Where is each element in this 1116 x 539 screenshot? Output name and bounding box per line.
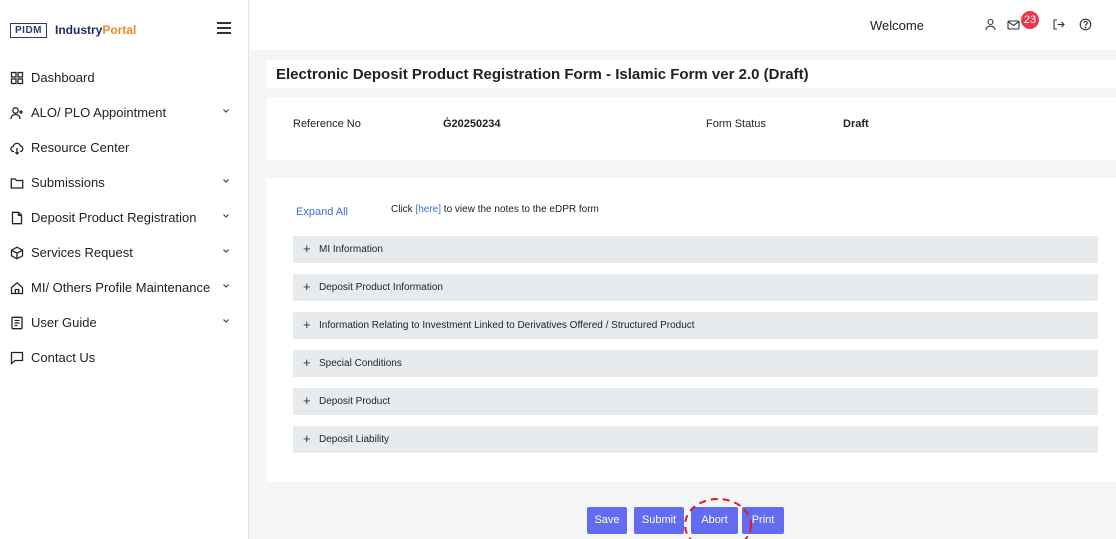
sidebar-item-label: Dashboard [31,70,95,85]
chevron-down-icon[interactable] [222,282,230,290]
section-deposit-liability[interactable]: + Deposit Liability [293,426,1098,453]
logout-icon[interactable] [1052,18,1065,31]
logo-name-main: Industry [55,23,103,37]
sidebar-item-label: MI/ Others Profile Maintenance [31,280,211,295]
cloud-download-icon [10,141,24,155]
section-deposit-product-information[interactable]: + Deposit Product Information [293,274,1098,301]
section-label: MI Information [319,244,383,255]
sidebar-item-services-request[interactable]: Services Request [0,235,248,270]
section-investment-linked-derivatives[interactable]: + Information Relating to Investment Lin… [293,312,1098,339]
sidebar-item-deposit-product-registration[interactable]: Deposit Product Registration [0,200,248,235]
sidebar: PIDM IndustryPortal Dashboard ALO/ PLO A… [0,0,249,539]
sidebar-item-profile-maintenance[interactable]: MI/ Others Profile Maintenance [0,270,248,305]
chevron-down-icon[interactable] [222,317,230,325]
brand-bar: PIDM IndustryPortal [0,0,248,60]
notification-badge[interactable]: 23 [1021,11,1039,29]
reference-value: Ġ20250234 [443,118,501,130]
page-title: Electronic Deposit Product Registration … [276,66,809,83]
guide-icon [10,316,24,330]
expand-plus-icon: + [303,317,311,332]
folder-icon [10,176,24,190]
form-sections-card: Expand All Click [here] to view the note… [266,178,1116,482]
expand-plus-icon: + [303,279,311,294]
logo[interactable]: PIDM IndustryPortal [10,22,136,38]
dashboard-icon [10,71,24,85]
section-label: Deposit Product Information [319,282,443,293]
print-button[interactable]: Print [742,507,784,534]
expand-plus-icon: + [303,431,311,446]
sidebar-item-label: User Guide [31,315,97,330]
sidebar-nav: Dashboard ALO/ PLO Appointment Resource … [0,60,248,375]
expand-plus-icon: + [303,241,311,256]
notes-text: Click [here] to view the notes to the eD… [391,204,599,215]
expand-plus-icon: + [303,393,311,408]
logo-mark: PIDM [10,22,47,38]
sidebar-item-label: Submissions [31,175,105,190]
sidebar-item-label: ALO/ PLO Appointment [31,105,167,120]
form-info-card: Reference No Ġ20250234 Form Status Draft [266,97,1116,160]
section-mi-information[interactable]: + MI Information [293,236,1098,263]
notes-prefix: Click [391,204,416,215]
sidebar-item-submissions[interactable]: Submissions [0,165,248,200]
cube-icon [10,245,24,260]
document-icon [10,211,24,225]
user-icon[interactable] [984,18,997,31]
sidebar-item-contact-us[interactable]: Contact Us [0,340,248,375]
top-bar: Welcome 23 [250,0,1116,50]
welcome-text: Welcome [870,18,924,33]
chevron-down-icon[interactable] [222,212,230,220]
section-special-conditions[interactable]: + Special Conditions [293,350,1098,377]
sidebar-item-alo-plo-appointment[interactable]: ALO/ PLO Appointment [0,95,248,130]
sidebar-item-user-guide[interactable]: User Guide [0,305,248,340]
sidebar-item-label: Contact Us [31,350,96,365]
home-icon [10,281,24,295]
help-icon[interactable] [1079,18,1092,31]
chat-icon [10,351,24,365]
menu-toggle-icon[interactable] [217,22,231,34]
section-label: Special Conditions [319,358,402,369]
save-button[interactable]: Save [587,507,627,534]
section-deposit-product[interactable]: + Deposit Product [293,388,1098,415]
sidebar-item-label: Services Request [31,245,133,260]
mail-icon[interactable] [1007,18,1020,31]
sidebar-item-resource-center[interactable]: Resource Center [0,130,248,165]
chevron-down-icon[interactable] [222,247,230,255]
status-value: Draft [843,118,869,130]
notes-here-link[interactable]: [here] [415,204,441,215]
sidebar-item-dashboard[interactable]: Dashboard [0,60,248,95]
logo-name: IndustryPortal [55,23,136,37]
status-label: Form Status [706,118,766,130]
sidebar-item-label: Deposit Product Registration [31,210,197,225]
section-label: Deposit Product [319,396,391,407]
sidebar-item-label: Resource Center [31,140,130,155]
page-title-bar: Electronic Deposit Product Registration … [266,60,1116,88]
user-add-icon [10,106,24,120]
section-label: Deposit Liability [319,434,390,445]
logo-name-accent: Portal [102,23,137,37]
reference-label: Reference No [293,118,361,130]
section-label: Information Relating to Investment Linke… [319,320,695,331]
expand-all-link[interactable]: Expand All [296,206,348,218]
chevron-down-icon[interactable] [222,177,230,185]
chevron-down-icon[interactable] [222,107,230,115]
abort-button[interactable]: Abort [691,507,738,534]
notes-suffix: to view the notes to the eDPR form [441,204,599,215]
submit-button[interactable]: Submit [634,507,684,534]
expand-plus-icon: + [303,355,311,370]
